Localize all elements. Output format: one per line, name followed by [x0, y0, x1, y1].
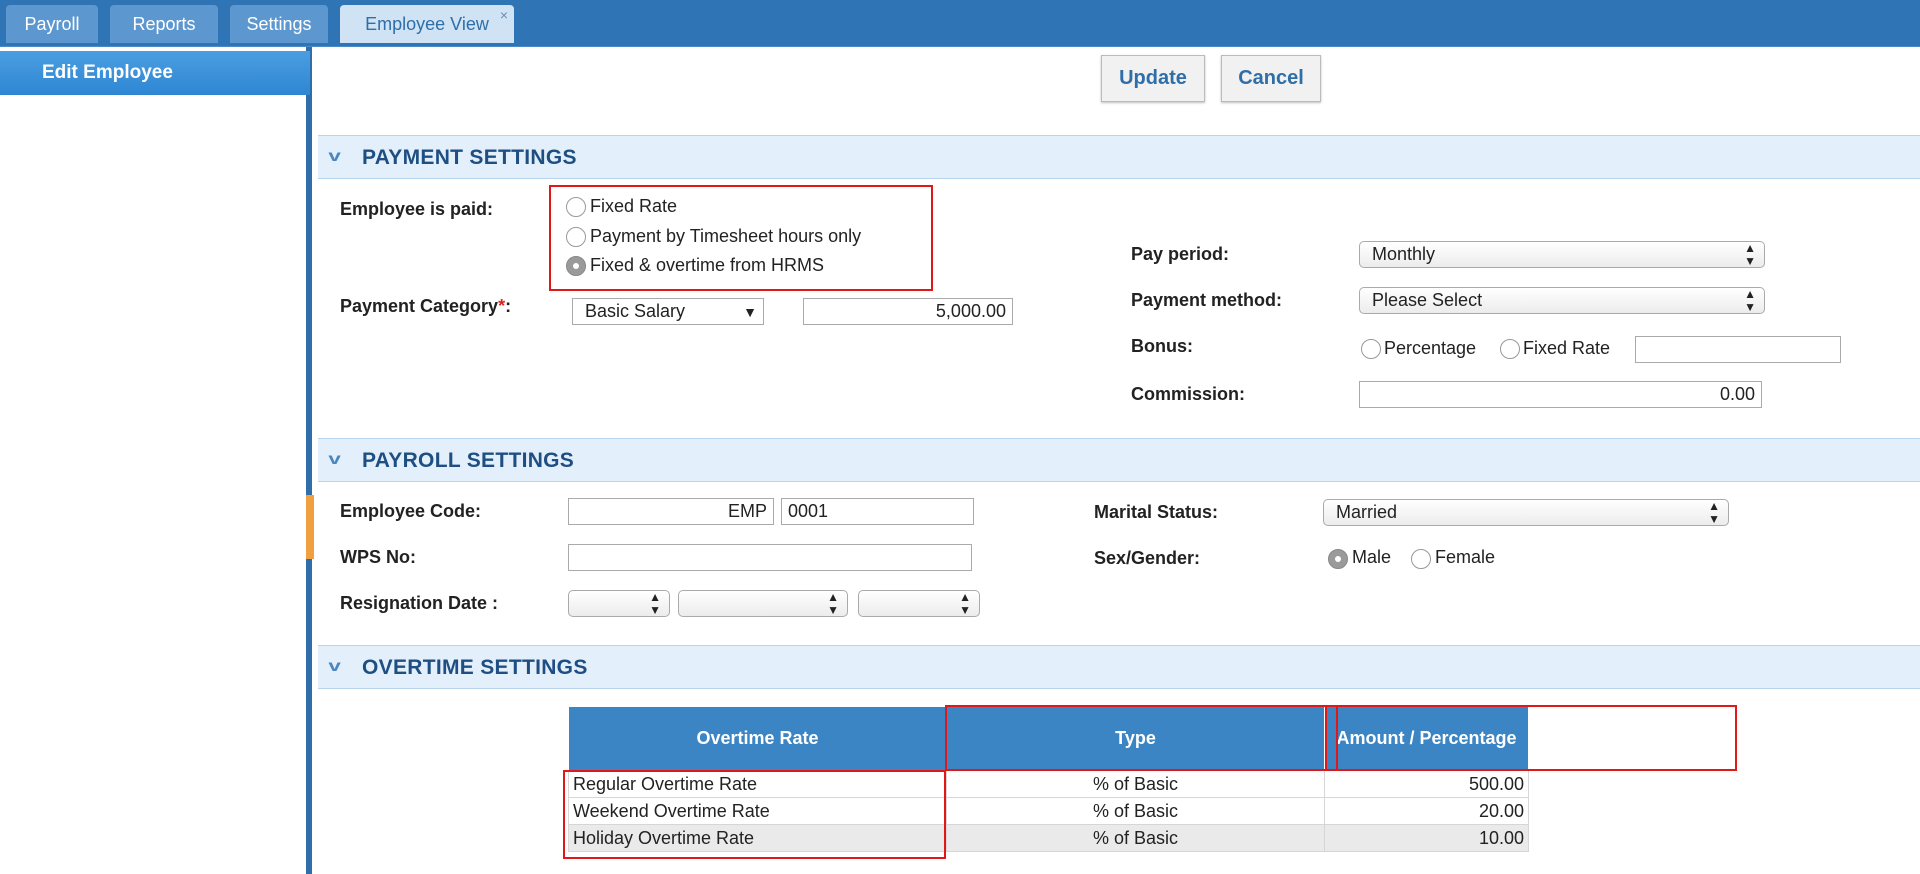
- paid-option-label: Fixed Rate: [590, 196, 678, 216]
- overtime-rate-cell: Holiday Overtime Rate: [568, 824, 947, 852]
- paid-option-label: Fixed & overtime from HRMS: [590, 255, 825, 275]
- column-header-type: Type: [946, 706, 1325, 771]
- select-arrows-icon: ▲ ▼: [827, 590, 839, 617]
- sidebar: Edit Employee: [0, 47, 314, 874]
- employee-code-prefix-input[interactable]: EMP: [568, 498, 774, 525]
- overtime-rate-cell: Weekend Overtime Rate: [568, 797, 947, 825]
- gender-option-label: Female: [1435, 547, 1496, 567]
- bonus-label: Bonus:: [1131, 336, 1193, 356]
- close-icon[interactable]: ×: [500, 0, 508, 34]
- tab-payroll[interactable]: Payroll: [6, 5, 98, 43]
- payment-category-value: Basic Salary: [585, 301, 686, 321]
- select-arrows-icon: ▲ ▼: [649, 590, 661, 617]
- gender-label: Sex/Gender:: [1094, 548, 1201, 568]
- paid-option-hrms-radio[interactable]: [566, 256, 586, 276]
- payment-category-label: Payment Category*:: [340, 296, 512, 316]
- wps-label: WPS No:: [340, 547, 416, 567]
- bonus-percentage-radio[interactable]: [1361, 339, 1381, 359]
- commission-label: Commission:: [1131, 384, 1246, 404]
- main-content: Update Cancel v PAYMENT SETTINGS Employe…: [318, 47, 1920, 874]
- marital-status-label: Marital Status:: [1094, 502, 1219, 522]
- update-button[interactable]: Update: [1101, 55, 1205, 102]
- table-header-row: Overtime Rate Type Amount / Percentage: [568, 706, 1529, 771]
- chevron-down-icon[interactable]: v: [328, 658, 353, 676]
- tab-settings[interactable]: Settings: [230, 5, 328, 43]
- marital-status-value: Married: [1336, 502, 1398, 522]
- bonus-fixed-rate-radio[interactable]: [1500, 339, 1520, 359]
- amount-cell: 10.00: [1324, 824, 1529, 852]
- sidebar-item-edit-employee[interactable]: Edit Employee: [0, 51, 310, 95]
- paid-option-timesheet-radio[interactable]: [566, 227, 586, 247]
- table-row[interactable]: Weekend Overtime Rate % of Basic 20.00: [568, 797, 1529, 825]
- bonus-option-label: Fixed Rate: [1523, 338, 1611, 358]
- chevron-down-icon[interactable]: v: [328, 451, 353, 469]
- tab-reports[interactable]: Reports: [110, 5, 218, 43]
- wps-input[interactable]: [568, 544, 972, 571]
- select-arrows-icon: ▲ ▼: [959, 590, 971, 617]
- select-arrows-icon: ▲ ▼: [1744, 287, 1756, 314]
- gender-option-label: Male: [1352, 547, 1392, 567]
- select-arrows-icon: ▲ ▼: [1708, 499, 1720, 526]
- tab-employee-view-label: Employee View: [365, 14, 489, 34]
- bonus-input[interactable]: [1635, 336, 1841, 363]
- column-header-overtime-rate: Overtime Rate: [568, 706, 947, 771]
- resignation-day-select[interactable]: ▲ ▼: [568, 590, 670, 617]
- payment-category-amount-input[interactable]: 5,000.00: [803, 298, 1013, 325]
- payment-method-label: Payment method:: [1131, 290, 1283, 310]
- resignation-date-label: Resignation Date :: [340, 593, 499, 613]
- payment-method-select[interactable]: Please Select ▲ ▼: [1359, 287, 1765, 314]
- gender-male-radio[interactable]: [1328, 549, 1348, 569]
- column-header-amount: Amount / Percentage: [1324, 706, 1529, 771]
- pay-period-label: Pay period:: [1131, 244, 1230, 264]
- pay-period-select[interactable]: Monthly ▲ ▼: [1359, 241, 1765, 268]
- overtime-settings-header[interactable]: v OVERTIME SETTINGS: [318, 645, 1920, 689]
- table-row[interactable]: Holiday Overtime Rate % of Basic 10.00: [568, 824, 1529, 852]
- section-title: PAYMENT SETTINGS: [362, 146, 577, 169]
- overtime-rates-table: Overtime Rate Type Amount / Percentage R…: [568, 706, 1529, 852]
- select-arrows-icon: ▲ ▼: [1744, 241, 1756, 268]
- commission-input[interactable]: 0.00: [1359, 381, 1762, 408]
- paid-option-fixed-rate-radio[interactable]: [566, 197, 586, 217]
- type-cell: % of Basic: [946, 824, 1325, 852]
- chevron-down-icon[interactable]: v: [328, 148, 353, 166]
- resignation-year-select[interactable]: ▲ ▼: [858, 590, 980, 617]
- payment-category-select[interactable]: Basic Salary ▼: [572, 298, 764, 325]
- amount-cell: 20.00: [1324, 797, 1529, 825]
- type-cell: % of Basic: [946, 770, 1325, 798]
- bonus-option-label: Percentage: [1384, 338, 1477, 358]
- sidebar-collapse-handle[interactable]: [306, 495, 314, 559]
- employee-paid-label: Employee is paid:: [340, 199, 494, 219]
- amount-cell: 500.00: [1324, 770, 1529, 798]
- tab-employee-view[interactable]: Employee View ×: [340, 5, 514, 43]
- section-title: PAYROLL SETTINGS: [362, 449, 575, 472]
- pay-period-value: Monthly: [1372, 244, 1436, 264]
- top-tab-bar: Payroll Reports Settings Employee View ×: [0, 0, 1920, 47]
- section-title: OVERTIME SETTINGS: [362, 656, 588, 679]
- gender-female-radio[interactable]: [1411, 549, 1431, 569]
- marital-status-select[interactable]: Married ▲ ▼: [1323, 499, 1729, 526]
- table-row[interactable]: Regular Overtime Rate % of Basic 500.00: [568, 770, 1529, 798]
- employee-code-number-input[interactable]: 0001: [781, 498, 974, 525]
- dropdown-triangle-icon: ▼: [743, 304, 757, 320]
- overtime-rate-cell: Regular Overtime Rate: [568, 770, 947, 798]
- payment-method-value: Please Select: [1372, 290, 1483, 310]
- paid-option-label: Payment by Timesheet hours only: [590, 226, 862, 246]
- employee-code-label: Employee Code:: [340, 501, 482, 521]
- resignation-month-select[interactable]: ▲ ▼: [678, 590, 848, 617]
- cancel-button[interactable]: Cancel: [1221, 55, 1321, 102]
- type-cell: % of Basic: [946, 797, 1325, 825]
- payroll-settings-header[interactable]: v PAYROLL SETTINGS: [318, 438, 1920, 482]
- payment-settings-header[interactable]: v PAYMENT SETTINGS: [318, 135, 1920, 179]
